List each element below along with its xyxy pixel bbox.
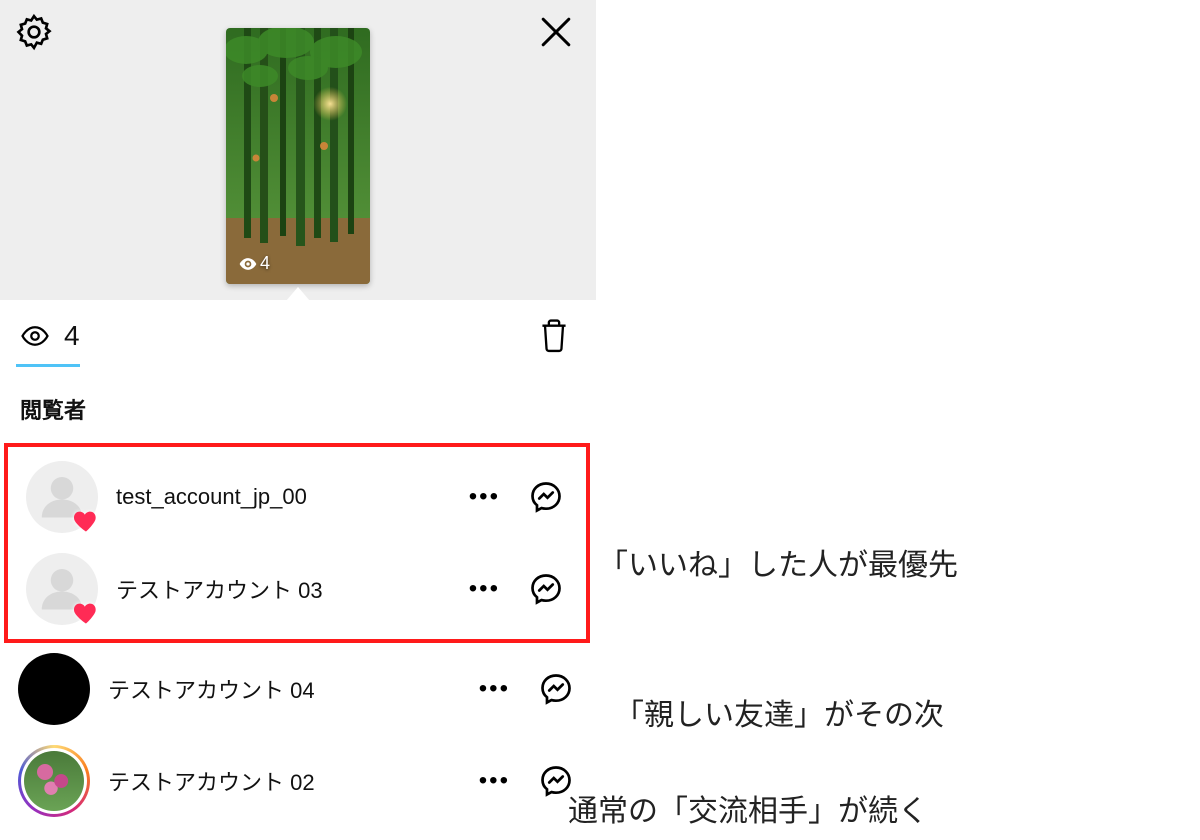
more-options-button[interactable]: •••: [459, 479, 510, 515]
avatar[interactable]: [26, 461, 98, 533]
close-button[interactable]: [534, 10, 578, 54]
settings-button[interactable]: [14, 12, 54, 52]
viewer-row[interactable]: テストアカウント 03 •••: [8, 543, 586, 635]
thumbnail-pointer: [286, 287, 310, 301]
viewer-username: テストアカウント 02: [108, 765, 451, 797]
story-viewers-panel: 4 4 閲覧者: [0, 0, 596, 840]
message-button[interactable]: [528, 479, 564, 515]
total-views: 4: [20, 320, 80, 352]
close-icon: [534, 10, 578, 54]
viewer-username: テストアカウント 03: [116, 573, 441, 605]
liked-heart-icon: [72, 599, 100, 627]
avatar[interactable]: [18, 745, 90, 817]
more-options-button[interactable]: •••: [469, 763, 520, 799]
story-preview-area: 4: [0, 0, 596, 300]
trash-icon: [538, 318, 570, 354]
messenger-icon: [538, 671, 574, 707]
message-button[interactable]: [528, 571, 564, 607]
liked-viewers-highlight: test_account_jp_00 •••: [4, 443, 590, 643]
total-views-number: 4: [64, 320, 80, 352]
bamboo-photo: [226, 28, 370, 284]
annotation-close-friends-next: 「親しい友達」がその次: [614, 690, 944, 734]
eye-icon: [20, 321, 50, 351]
avatar-image: [18, 653, 90, 725]
viewer-row[interactable]: テストアカウント 04 •••: [0, 643, 596, 735]
annotation-layer: 「いいね」した人が最優先 「親しい友達」がその次 通常の「交流相手」が続く: [596, 0, 1200, 840]
gear-icon: [14, 12, 54, 52]
message-button[interactable]: [538, 671, 574, 707]
viewer-row[interactable]: test_account_jp_00 •••: [8, 451, 586, 543]
messenger-icon: [528, 571, 564, 607]
eye-icon: [238, 254, 258, 274]
avatar[interactable]: [18, 653, 90, 725]
story-thumbnail[interactable]: 4: [226, 28, 370, 284]
messenger-icon: [528, 479, 564, 515]
annotation-regular-follows: 通常の「交流相手」が続く: [568, 786, 928, 830]
viewer-username: test_account_jp_00: [116, 484, 441, 510]
stats-bar: 4: [0, 300, 596, 364]
avatar[interactable]: [26, 553, 98, 625]
liked-heart-icon: [72, 507, 100, 535]
avatar-image: [24, 751, 84, 811]
more-options-button[interactable]: •••: [459, 571, 510, 607]
delete-story-button[interactable]: [538, 318, 570, 354]
more-options-button[interactable]: •••: [469, 671, 520, 707]
viewer-username: テストアカウント 04: [108, 673, 451, 705]
thumbnail-view-number: 4: [260, 253, 270, 274]
viewers-heading: 閲覧者: [0, 367, 596, 443]
viewer-row[interactable]: テストアカウント 02 •••: [0, 735, 596, 827]
thumbnail-view-count: 4: [238, 253, 270, 274]
story-ring-icon: [18, 745, 90, 817]
annotation-likers-first: 「いいね」した人が最優先: [598, 540, 958, 584]
